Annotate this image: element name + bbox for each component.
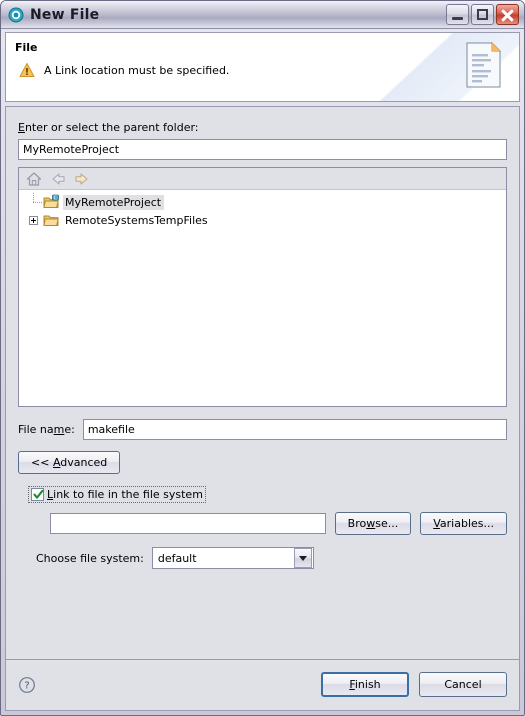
dialog-content: Enter or select the parent folder: MyRem… xyxy=(5,106,520,659)
tree-item-myremoteproject[interactable]: C MyRemoteProject xyxy=(19,193,506,211)
footer-separator xyxy=(6,659,519,660)
advanced-button-prefix: << xyxy=(31,456,53,469)
warning-icon xyxy=(19,62,35,78)
browse-label-a: Bro xyxy=(347,517,367,530)
tree-item-remotesystemstempfiles[interactable]: RemoteSystemsTempFiles xyxy=(19,211,506,229)
file-name-label-b: e: xyxy=(64,423,75,436)
window-controls xyxy=(446,4,519,25)
finish-label-rest: inish xyxy=(354,678,381,691)
browse-label-b: se... xyxy=(375,517,399,530)
new-file-dialog-window: New File File A Link location must be sp… xyxy=(0,0,525,716)
finish-button[interactable]: Finish xyxy=(321,672,409,697)
window-title: New File xyxy=(30,6,100,23)
file-name-label-a: File na xyxy=(18,423,54,436)
file-system-selected-value: default xyxy=(157,551,197,565)
link-to-file-checkbox-row[interactable]: Link to file in the file system xyxy=(28,486,206,503)
back-arrow-icon[interactable] xyxy=(50,171,66,187)
eclipse-wizard-icon xyxy=(8,7,24,23)
wizard-header: File A Link location must be specified. xyxy=(5,32,520,102)
chevron-down-icon[interactable] xyxy=(293,548,312,568)
footer-buttons: Finish Cancel xyxy=(321,672,507,697)
title-bar[interactable]: New File xyxy=(1,1,524,29)
folder-tree-panel[interactable]: C MyRemoteProject RemoteSystemsTempFiles xyxy=(18,167,507,407)
parent-folder-input[interactable] xyxy=(18,139,507,160)
advanced-toggle-button[interactable]: << Advanced xyxy=(18,451,121,474)
parent-folder-label: Enter or select the parent folder: xyxy=(18,121,507,134)
header-title: File xyxy=(15,41,38,54)
minimize-button[interactable] xyxy=(446,4,469,25)
folder-icon xyxy=(43,212,59,228)
tree-item-label: MyRemoteProject xyxy=(63,194,165,210)
home-icon[interactable] xyxy=(26,171,42,187)
file-name-label-mnemonic: m xyxy=(53,423,65,436)
folder-remote-icon: C xyxy=(43,194,59,210)
browse-label-mnemonic: w xyxy=(366,517,376,530)
maximize-button[interactable] xyxy=(471,4,494,25)
variables-label-rest: ariables... xyxy=(439,517,494,530)
tree-expander-plus[interactable] xyxy=(27,211,43,229)
tree-item-label: RemoteSystemsTempFiles xyxy=(65,213,208,227)
tree-expander-leaf xyxy=(27,193,43,211)
tree-body: C MyRemoteProject RemoteSystemsTempFiles xyxy=(19,190,506,406)
dialog-footer: ? Finish Cancel xyxy=(5,659,520,711)
checkmark-icon xyxy=(33,489,44,499)
parent-folder-label-mnemonic: E xyxy=(18,121,25,134)
header-message-row: A Link location must be specified. xyxy=(19,62,229,78)
cancel-button[interactable]: Cancel xyxy=(419,672,507,697)
header-message: A Link location must be specified. xyxy=(44,63,230,77)
file-system-row: Choose file system: default xyxy=(36,547,507,569)
help-question-icon[interactable]: ? xyxy=(18,676,36,694)
close-button[interactable] xyxy=(496,4,519,25)
file-system-label: Choose file system: xyxy=(36,551,144,565)
variables-label-mnemonic: V xyxy=(433,517,440,530)
file-name-row: File name: xyxy=(18,419,507,440)
advanced-button-rest: dvanced xyxy=(60,456,108,469)
variables-button[interactable]: Variables... xyxy=(420,512,507,535)
parent-folder-label-text: nter or select the parent folder: xyxy=(24,121,199,134)
link-to-file-label: Link to file in the file system xyxy=(47,488,203,501)
browse-button[interactable]: Browse... xyxy=(334,512,412,535)
link-to-file-label-rest: ink to file in the file system xyxy=(53,488,203,501)
svg-text:C: C xyxy=(54,195,58,201)
svg-text:?: ? xyxy=(24,680,29,691)
file-system-combo[interactable]: default xyxy=(151,547,314,569)
link-path-row: Browse... Variables... xyxy=(50,512,507,535)
new-file-document-icon xyxy=(459,39,507,94)
link-path-input[interactable] xyxy=(50,513,326,534)
file-name-label: File name: xyxy=(18,423,75,436)
tree-toolbar xyxy=(19,168,506,190)
link-to-file-checkbox[interactable] xyxy=(31,488,44,501)
file-name-input[interactable] xyxy=(82,419,507,440)
forward-arrow-icon[interactable] xyxy=(74,171,90,187)
